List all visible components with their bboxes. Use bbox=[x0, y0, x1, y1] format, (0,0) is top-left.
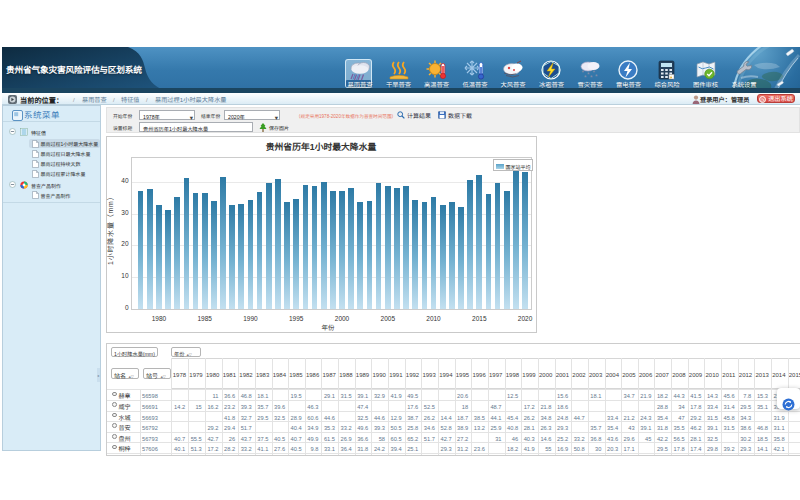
svg-text:*: * bbox=[595, 73, 598, 80]
